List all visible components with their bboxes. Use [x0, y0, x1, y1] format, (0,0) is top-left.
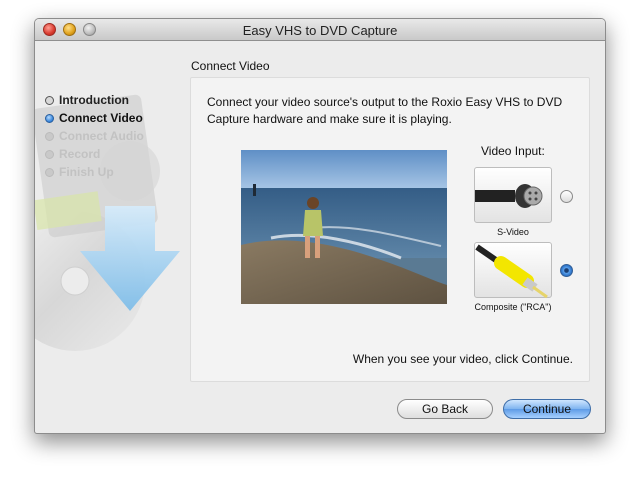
step-label: Introduction	[59, 93, 129, 107]
composite-connector-button[interactable]	[474, 242, 552, 299]
video-input-label: Video Input:	[481, 144, 545, 158]
window-title: Easy VHS to DVD Capture	[242, 23, 398, 38]
step-status-icon	[45, 167, 54, 177]
svideo-radio[interactable]	[560, 190, 573, 203]
step-introduction: Introduction	[45, 91, 144, 109]
composite-radio[interactable]	[560, 264, 573, 277]
svideo-connector-icon	[475, 184, 543, 208]
content-panel: Connect your video source's output to th…	[190, 77, 590, 382]
step-connect-audio: Connect Audio	[45, 127, 144, 145]
rca-connector-icon	[475, 244, 548, 299]
continue-hint-text: When you see your video, click Continue.	[352, 352, 573, 366]
svideo-connector-button[interactable]	[474, 167, 552, 223]
step-record: Record	[45, 145, 144, 163]
step-status-icon	[45, 95, 54, 105]
title-bar[interactable]: Easy VHS to DVD Capture	[35, 19, 605, 41]
step-status-icon	[45, 113, 54, 123]
vhs-to-dvd-artwork-icon	[35, 94, 180, 351]
step-label: Record	[59, 147, 101, 161]
step-label: Connect Audio	[59, 129, 144, 143]
wizard-steps: Introduction Connect Video Connect Audio…	[45, 91, 144, 181]
step-status-icon	[45, 131, 54, 141]
instructions-text: Connect your video source's output to th…	[207, 95, 563, 126]
go-back-button[interactable]: Go Back	[397, 399, 493, 419]
step-label: Finish Up	[59, 165, 114, 179]
step-status-icon	[45, 149, 54, 159]
svideo-label: S-Video	[497, 227, 529, 237]
page-title: Connect Video	[191, 59, 270, 73]
composite-label: Composite ("RCA")	[474, 302, 552, 312]
video-preview	[241, 150, 447, 304]
app-window: Easy VHS to DVD Capture Introduction Con…	[34, 18, 606, 434]
step-connect-video: Connect Video	[45, 109, 144, 127]
step-finish-up: Finish Up	[45, 163, 144, 181]
continue-button[interactable]: Continue	[503, 399, 591, 419]
step-label: Connect Video	[59, 111, 143, 125]
